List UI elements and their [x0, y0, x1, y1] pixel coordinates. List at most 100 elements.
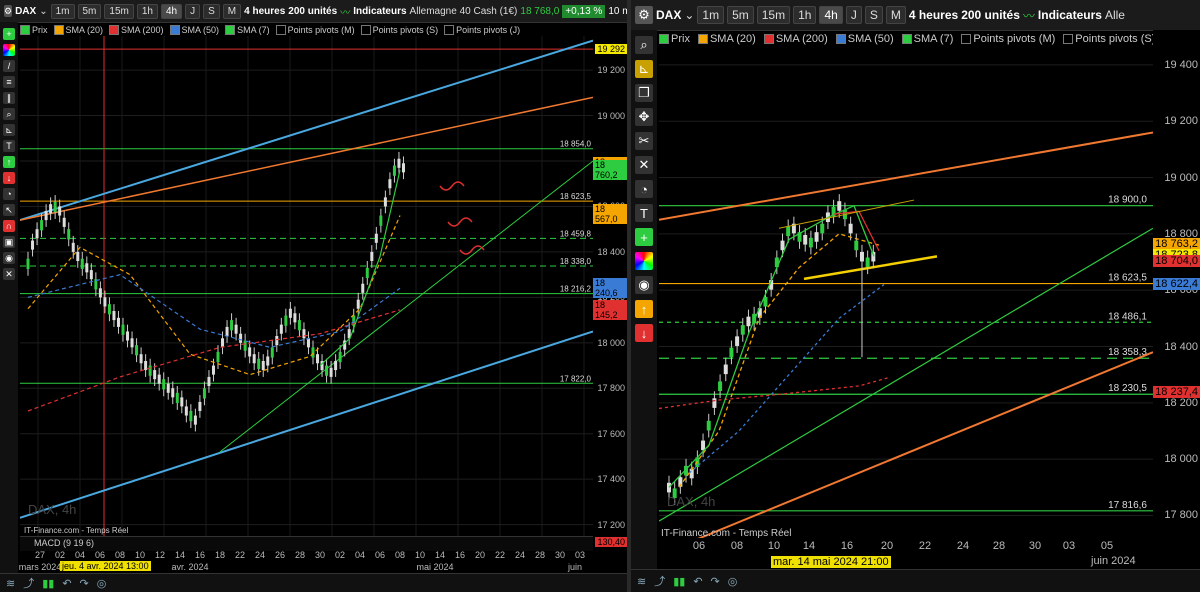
candle [786, 226, 791, 237]
undo-icon[interactable]: ↶ [693, 575, 702, 588]
chevron-down-icon[interactable]: ⌄ [39, 6, 47, 17]
tf-1h[interactable]: 1h [793, 6, 817, 24]
tf-j[interactable]: J [845, 6, 862, 24]
tf-1h[interactable]: 1h [136, 3, 158, 19]
tf-4h[interactable]: 4h [160, 3, 183, 19]
legend-sma50[interactable]: SMA (50) [169, 23, 219, 36]
line-tool-icon[interactable]: / [3, 60, 15, 72]
units-selector[interactable]: 200 unités [288, 6, 337, 17]
color-wheel-icon[interactable] [635, 252, 653, 270]
share-icon[interactable]: ⤴ [23, 575, 34, 591]
share-icon[interactable]: ⤴ [654, 573, 665, 589]
tf-1m[interactable]: 1m [50, 3, 75, 19]
fib-icon[interactable]: ≡ [3, 76, 15, 88]
crosshair-icon[interactable]: + [635, 228, 653, 246]
legend-pivots-s[interactable]: Points pivots (S) [1063, 31, 1155, 47]
candles-icon[interactable]: ▮▮ [42, 577, 54, 590]
period-selector[interactable]: 4 heures [909, 8, 958, 22]
cursor-icon[interactable]: ↖ [3, 204, 15, 216]
legend-sma20[interactable]: SMA (20) [697, 31, 756, 47]
candle [325, 365, 329, 376]
camera-icon[interactable]: ◎ [97, 577, 107, 590]
right-x-axis[interactable]: 06 08 10 14 16 20 22 24 28 30 03 05 [659, 540, 1153, 556]
tf-m[interactable]: M [222, 3, 242, 19]
arrow-up-icon[interactable]: ↑ [635, 300, 653, 318]
tf-4h[interactable]: 4h [819, 6, 843, 24]
arrow-down-icon[interactable]: ↓ [3, 172, 15, 184]
channel-icon[interactable]: ∥ [3, 92, 15, 104]
legend-prix[interactable]: Prix [659, 31, 690, 47]
tf-15m[interactable]: 15m [756, 6, 791, 24]
macd-pane[interactable]: MACD (9 19 6) [20, 536, 593, 551]
tf-5m[interactable]: 5m [727, 6, 754, 24]
arrow-up-icon[interactable]: ↑ [3, 156, 15, 168]
camera-icon[interactable]: ◎ [728, 575, 738, 588]
macd-label: MACD (9 19 6) [34, 538, 95, 548]
magnet-icon[interactable]: ∩ [3, 220, 15, 232]
crosshair-icon[interactable]: + [3, 28, 15, 40]
right-y-axis[interactable]: 19 400 19 200 19 000 18 800 18 600 18 400 18 2… [1153, 30, 1200, 552]
tf-j[interactable]: J [185, 3, 201, 19]
text-icon[interactable]: T [3, 140, 15, 152]
tf-m[interactable]: M [885, 6, 906, 24]
units-selector[interactable]: 200 unités [961, 8, 1020, 22]
legend-prix[interactable]: Prix [20, 23, 48, 36]
y-tick: 17 600 [597, 428, 625, 439]
tf-s[interactable]: S [203, 3, 220, 19]
redo-icon[interactable]: ↷ [711, 575, 720, 588]
legend-sma50[interactable]: SMA (50) [835, 31, 894, 47]
indicators-icon[interactable]: 〰 [340, 4, 350, 19]
legend-sma200[interactable]: SMA (200) [109, 23, 164, 36]
left-price-chart[interactable]: 18 854,0 18 623,5 18 459,8 18 338,0 18 216,2… [20, 36, 593, 536]
legend-pivots-s[interactable]: Points pivots (S) [360, 23, 438, 36]
candle [397, 158, 401, 168]
chart-type-icon[interactable]: ≋ [6, 577, 15, 590]
zoom-icon[interactable]: ⌕ [635, 36, 653, 54]
left-y-axis[interactable]: 19 20019 00018 80018 60018 40018 20018 0… [593, 36, 627, 572]
ruler-icon[interactable]: ⊾ [635, 60, 653, 78]
instrument-selector[interactable]: DAX [15, 6, 36, 17]
chevron-down-icon[interactable]: ⌄ [684, 8, 694, 22]
ruler-icon[interactable]: ⊾ [3, 124, 15, 136]
indicators-button[interactable]: Indicateurs [1038, 8, 1102, 22]
pivot-label: 18 854,0 [560, 140, 592, 149]
lock-icon[interactable]: ▣ [3, 236, 15, 248]
legend-pivots-m[interactable]: Points pivots (M) [275, 23, 355, 36]
tf-1m[interactable]: 1m [697, 6, 725, 24]
legend-pivots-j[interactable]: Points pivots (J) [444, 23, 520, 36]
legend-sma200[interactable]: SMA (200) [763, 31, 828, 47]
arrow-down-icon[interactable]: ↓ [635, 324, 653, 342]
copy-icon[interactable]: ❐ [635, 84, 653, 102]
tf-s[interactable]: S [864, 6, 883, 24]
gear-icon[interactable]: ⚙ [4, 5, 13, 17]
tf-5m[interactable]: 5m [77, 3, 102, 19]
eye-icon[interactable]: ◉ [3, 252, 15, 264]
candle [808, 237, 813, 248]
move-icon[interactable]: ✥ [635, 108, 653, 126]
indicators-icon[interactable]: 〰 [1023, 7, 1035, 24]
bell-icon[interactable]: ◔ [635, 180, 653, 198]
y-tick: 18 400 [597, 246, 625, 257]
trash-icon[interactable]: ✕ [635, 156, 653, 174]
period-selector[interactable]: 4 heures [244, 6, 285, 17]
eye-icon[interactable]: ◉ [635, 276, 653, 294]
tf-15m[interactable]: 15m [104, 3, 134, 19]
undo-icon[interactable]: ↶ [62, 577, 71, 590]
tools-icon[interactable]: ✂ [635, 132, 653, 150]
indicators-button[interactable]: Indicateurs [353, 6, 406, 17]
trash-icon[interactable]: ✕ [3, 268, 15, 280]
zoom-icon[interactable]: ⌕ [3, 108, 15, 120]
gear-icon[interactable]: ⚙ [635, 6, 653, 24]
text-icon[interactable]: T [635, 204, 653, 222]
bell-icon[interactable]: ◔ [3, 188, 15, 200]
candles-icon[interactable]: ▮▮ [673, 575, 685, 588]
right-price-chart[interactable]: 18 900,018 623,518 486,118 358,318 230,5… [659, 48, 1153, 538]
chart-type-icon[interactable]: ≋ [637, 575, 646, 588]
redo-icon[interactable]: ↷ [80, 577, 89, 590]
instrument-selector[interactable]: DAX [656, 8, 681, 22]
legend-sma20[interactable]: SMA (20) [53, 23, 103, 36]
legend-sma7[interactable]: SMA (7) [901, 31, 953, 47]
color-wheel-icon[interactable] [3, 44, 15, 56]
legend-sma7[interactable]: SMA (7) [225, 23, 270, 36]
legend-pivots-m[interactable]: Points pivots (M) [961, 31, 1055, 47]
